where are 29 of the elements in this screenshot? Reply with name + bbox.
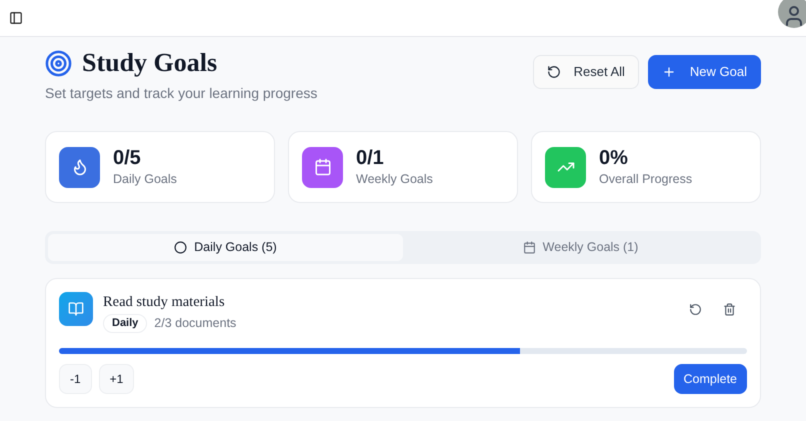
complete-button[interactable]: Complete bbox=[674, 364, 747, 394]
reset-icon bbox=[688, 302, 702, 316]
book-icon bbox=[68, 301, 84, 317]
reset-all-button[interactable]: Reset All bbox=[532, 55, 639, 89]
avatar[interactable] bbox=[778, 0, 806, 28]
plus-icon bbox=[662, 65, 676, 79]
goal-badge: Daily bbox=[103, 314, 148, 333]
stat-label: Weekly Goals bbox=[356, 170, 433, 188]
page-subtitle: Set targets and track your learning progress bbox=[45, 84, 318, 103]
tab[interactable]: Daily Goals (5) bbox=[48, 234, 403, 261]
goal-progress-text: 2/3 documents bbox=[154, 315, 236, 332]
stat-value: 0/1 bbox=[356, 146, 385, 170]
stat-label: Daily Goals bbox=[113, 170, 177, 188]
page-title: Study Goals bbox=[82, 47, 218, 79]
tab[interactable]: Weekly Goals (1) bbox=[403, 234, 758, 261]
goal-title: Read study materials bbox=[103, 293, 226, 312]
target-icon bbox=[45, 50, 72, 76]
trash-icon bbox=[722, 302, 736, 316]
sidebar-toggle-icon[interactable] bbox=[9, 11, 23, 25]
stat-value: 0/5 bbox=[113, 146, 142, 170]
stat-value: 0% bbox=[599, 146, 629, 170]
calendar-icon bbox=[314, 158, 332, 176]
stat-label: Overall Progress bbox=[599, 170, 692, 188]
step-button[interactable]: +1 bbox=[98, 364, 134, 394]
circle-icon bbox=[174, 241, 188, 254]
new-goal-button[interactable]: New Goal bbox=[648, 55, 761, 89]
calendar-icon bbox=[522, 241, 536, 254]
reset-icon bbox=[546, 65, 561, 79]
step-button[interactable]: -1 bbox=[59, 364, 92, 394]
